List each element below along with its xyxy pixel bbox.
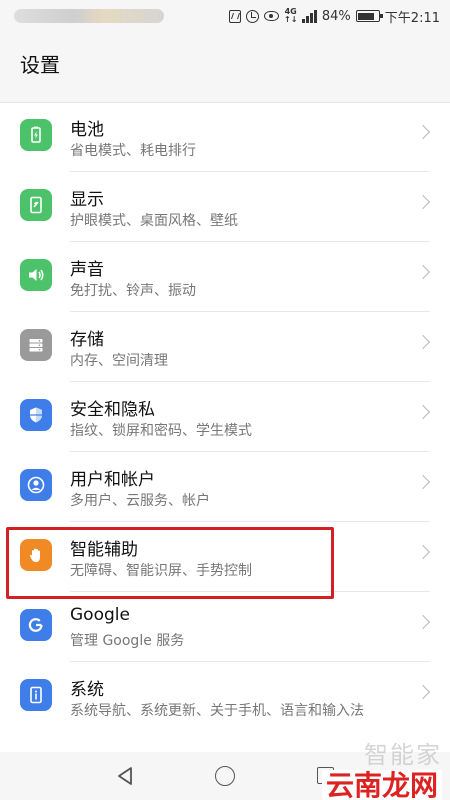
display-icon: [20, 189, 52, 221]
settings-item-label: 系统: [70, 680, 104, 700]
settings-item-subtitle: 指纹、锁屏和密码、学生模式: [70, 423, 252, 439]
chevron-right-icon: [415, 124, 431, 140]
settings-item-label: 声音: [70, 260, 104, 280]
settings-item-security[interactable]: 安全和隐私 指纹、锁屏和密码、学生模式: [0, 379, 450, 449]
settings-item-storage[interactable]: 存储 内存、空间清理: [0, 309, 450, 379]
speaker-icon: [20, 259, 52, 291]
chevron-right-icon: [415, 194, 431, 210]
back-icon[interactable]: [116, 766, 134, 786]
shield-icon: [20, 399, 52, 431]
settings-item-subtitle: 省电模式、耗电排行: [70, 143, 196, 159]
status-bar: 4G ↑↓ 84% 下午2:11: [0, 0, 450, 34]
header: 设置: [0, 34, 450, 90]
settings-item-subtitle: 免打扰、铃声、振动: [70, 283, 196, 299]
page-title: 设置: [20, 53, 60, 77]
chevron-right-icon: [415, 334, 431, 350]
home-icon[interactable]: [215, 766, 235, 786]
settings-item-google[interactable]: Google 管理 Google 服务: [0, 589, 450, 659]
settings-item-label: 安全和隐私: [70, 400, 155, 420]
settings-item-label: 智能辅助: [70, 540, 138, 560]
settings-item-display[interactable]: 显示 护眼模式、桌面风格、壁纸: [0, 169, 450, 239]
settings-item-subtitle: 系统导航、系统更新、关于手机、语言和输入法: [70, 703, 364, 719]
chevron-right-icon: [415, 544, 431, 560]
signal-icon: [302, 9, 317, 23]
settings-item-subtitle: 护眼模式、桌面风格、壁纸: [70, 213, 238, 229]
settings-card: 电池 省电模式、耗电排行 显示 护眼模式、桌面风格、壁纸 声音 免打扰、铃声、振…: [0, 102, 450, 752]
settings-item-users[interactable]: 用户和帐户 多用户、云服务、帐户: [0, 449, 450, 519]
settings-item-label: 存储: [70, 330, 104, 350]
eye-comfort-icon: [263, 11, 279, 21]
status-time: 下午2:11: [384, 10, 440, 26]
chevron-right-icon: [415, 614, 431, 630]
battery-percent: 84%: [321, 8, 351, 24]
settings-item-label: 电池: [70, 120, 104, 140]
settings-item-label: Google: [70, 605, 130, 625]
settings-item-battery[interactable]: 电池 省电模式、耗电排行: [0, 102, 450, 169]
watermark: 智能家 云南龙网: [321, 735, 442, 800]
google-icon: [20, 609, 52, 641]
settings-item-subtitle: 内存、空间清理: [70, 353, 168, 369]
battery-icon: [20, 119, 52, 151]
battery-status-icon: [355, 10, 383, 22]
settings-item-subtitle: 管理 Google 服务: [70, 633, 185, 649]
settings-list[interactable]: 电池 省电模式、耗电排行 显示 护眼模式、桌面风格、壁纸 声音 免打扰、铃声、振…: [0, 102, 450, 752]
chevron-right-icon: [415, 684, 431, 700]
network-type: 4G ↑↓: [283, 7, 298, 24]
info-icon: [20, 679, 52, 711]
settings-item-label: 显示: [70, 190, 104, 210]
settings-item-sound[interactable]: 声音 免打扰、铃声、振动: [0, 239, 450, 309]
chevron-right-icon: [415, 264, 431, 280]
status-icons: 4G ↑↓ 84% 下午2:11: [228, 6, 440, 26]
watermark-main: 云南龙网: [321, 770, 442, 800]
chevron-right-icon: [415, 404, 431, 420]
alarm-icon: [245, 9, 259, 23]
settings-item-subtitle: 多用户、云服务、帐户: [70, 493, 210, 509]
blurred-notifications: [14, 9, 164, 23]
hand-icon: [20, 539, 52, 571]
settings-item-smart-assist[interactable]: 智能辅助 无障碍、智能识屏、手势控制: [0, 519, 450, 589]
nfc-icon: [228, 9, 241, 23]
settings-item-subtitle: 无障碍、智能识屏、手势控制: [70, 563, 252, 579]
settings-item-label: 用户和帐户: [70, 470, 155, 490]
watermark-faint: 智能家: [364, 741, 442, 769]
user-icon: [20, 469, 52, 501]
storage-icon: [20, 329, 52, 361]
chevron-right-icon: [415, 474, 431, 490]
